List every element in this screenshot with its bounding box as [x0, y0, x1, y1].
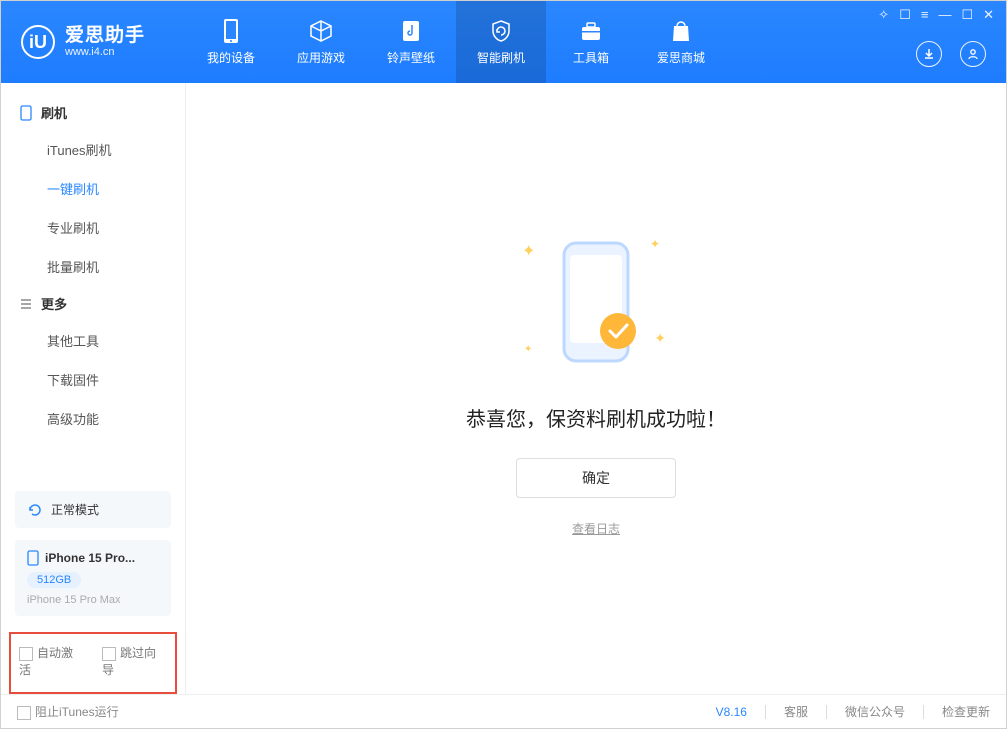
nav-label: 应用游戏 [297, 49, 345, 66]
nav-label: 工具箱 [573, 49, 609, 66]
cube-icon [309, 19, 333, 43]
phone-small-icon [19, 105, 33, 121]
nav-ringtones[interactable]: 铃声壁纸 [366, 1, 456, 83]
menu-icon[interactable]: ≡ [921, 7, 929, 23]
minimize-icon[interactable]: — [938, 7, 951, 23]
sidebar-item-oneclick-flash[interactable]: 一键刷机 [1, 169, 185, 208]
device-model: iPhone 15 Pro Max [27, 594, 159, 606]
sidebar-item-itunes-flash[interactable]: iTunes刷机 [1, 130, 185, 169]
skip-wizard-checkbox[interactable]: 跳过向导 [102, 644, 167, 678]
music-icon [399, 19, 423, 43]
section-title-text: 刷机 [41, 103, 67, 122]
bag-icon [669, 19, 693, 43]
device-status-box[interactable]: 正常模式 [15, 491, 171, 528]
nav-label: 智能刷机 [477, 49, 525, 66]
app-subtitle: www.i4.cn [65, 46, 145, 58]
sidebar-section-more: 更多 [1, 286, 185, 321]
feedback-icon[interactable]: ✧ [878, 7, 889, 23]
nav-apps[interactable]: 应用游戏 [276, 1, 366, 83]
sidebar-item-other-tools[interactable]: 其他工具 [1, 321, 185, 360]
success-illustration: ✦ ✦ ✦ ✦ [526, 233, 666, 373]
device-info-box[interactable]: iPhone 15 Pro... 512GB iPhone 15 Pro Max [15, 540, 171, 616]
window-controls: ✧ ☐ ≡ — ☐ ✕ [878, 7, 994, 23]
app-header: ✧ ☐ ≡ — ☐ ✕ iU 爱思助手 www.i4.cn 我的设备 应用游戏 [1, 1, 1006, 83]
sidebar-section-flash: 刷机 [1, 95, 185, 130]
success-message: 恭喜您，保资料刷机成功啦！ [466, 403, 726, 432]
activation-options-highlight: 自动激活 跳过向导 [9, 632, 177, 694]
section-title-text: 更多 [41, 294, 67, 313]
device-storage-badge: 512GB [27, 572, 81, 588]
nav-my-device[interactable]: 我的设备 [186, 1, 276, 83]
app-title: 爱思助手 [65, 26, 145, 47]
nav-flash[interactable]: 智能刷机 [456, 1, 546, 83]
refresh-shield-icon [489, 19, 513, 43]
device-icon [219, 19, 243, 43]
check-update-link[interactable]: 检查更新 [942, 703, 990, 720]
auto-activate-checkbox[interactable]: 自动激活 [19, 644, 84, 678]
sidebar-item-download-firmware[interactable]: 下载固件 [1, 360, 185, 399]
main-content: ✦ ✦ ✦ ✦ 恭喜您，保资料刷机成功啦！ 确定 查看日志 [186, 83, 1006, 694]
support-link[interactable]: 客服 [784, 703, 808, 720]
device-name: iPhone 15 Pro... [45, 551, 135, 565]
close-icon[interactable]: ✕ [983, 7, 994, 23]
nav-label: 爱思商城 [657, 49, 705, 66]
checkbox-label: 阻止iTunes运行 [35, 705, 119, 719]
sidebar-item-pro-flash[interactable]: 专业刷机 [1, 208, 185, 247]
user-button[interactable] [960, 41, 986, 67]
view-log-link[interactable]: 查看日志 [572, 520, 620, 537]
nav-label: 我的设备 [207, 49, 255, 66]
refresh-icon [27, 502, 43, 518]
toolbox-icon [579, 19, 603, 43]
nav-label: 铃声壁纸 [387, 49, 435, 66]
nav-toolbox[interactable]: 工具箱 [546, 1, 636, 83]
logo-area: iU 爱思助手 www.i4.cn [1, 1, 186, 83]
sidebar-item-advanced[interactable]: 高级功能 [1, 399, 185, 438]
nav-store[interactable]: 爱思商城 [636, 1, 726, 83]
phone-icon[interactable]: ☐ [899, 7, 911, 23]
maximize-icon[interactable]: ☐ [961, 7, 973, 23]
sidebar-item-batch-flash[interactable]: 批量刷机 [1, 247, 185, 286]
logo-icon: iU [21, 25, 55, 59]
block-itunes-checkbox[interactable]: 阻止iTunes运行 [17, 703, 119, 720]
wechat-link[interactable]: 微信公众号 [845, 703, 905, 720]
download-button[interactable] [916, 41, 942, 67]
list-icon [19, 297, 33, 311]
version-label: V8.16 [716, 705, 747, 719]
header-right-icons [916, 41, 986, 67]
phone-small-icon [27, 550, 39, 566]
sidebar: 刷机 iTunes刷机 一键刷机 专业刷机 批量刷机 更多 其他工具 下载固件 … [1, 83, 186, 694]
status-bar: 阻止iTunes运行 V8.16 客服 微信公众号 检查更新 [1, 694, 1006, 728]
status-label: 正常模式 [51, 501, 99, 518]
confirm-button[interactable]: 确定 [516, 458, 676, 498]
